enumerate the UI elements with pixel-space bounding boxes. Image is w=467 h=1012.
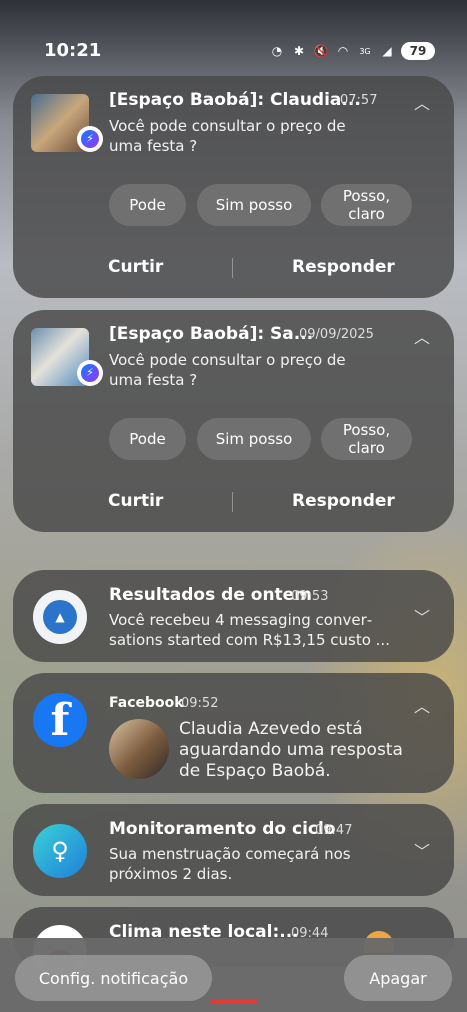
reply-button[interactable]: Responder [292, 257, 395, 277]
mobile-data-icon: 3G [359, 46, 371, 56]
status-bar: 10:21 ◔ ✱ 🔇 ◠ 3G ◢ 79 [0, 38, 467, 66]
notification-body: Você pode consultar o preço de uma festa… [109, 351, 346, 389]
notification-facebook[interactable]: f Facebook 09:52 ︿ Claudia Azevedo está … [13, 673, 454, 793]
notification-body: Claudia Azevedo está aguardando uma resp… [179, 719, 403, 781]
notification-title: Monitoramento do ciclo [109, 819, 336, 839]
messenger-badge-icon: ⚡ [77, 360, 103, 386]
smart-reply-chip[interactable]: Sim posso [197, 184, 311, 226]
battery-icon: 79 [401, 42, 435, 60]
facebook-app-icon: f [33, 693, 87, 747]
notification-time: 09/09/2025 [299, 327, 374, 342]
like-button[interactable]: Curtir [108, 257, 163, 277]
notification-time: 09:47 [315, 823, 353, 838]
bluetooth-icon: ✱ [293, 44, 305, 58]
notification-time: 09:53 [291, 589, 329, 604]
action-divider [232, 258, 233, 278]
notification-time: 09:52 [181, 696, 219, 711]
notification-messenger-1[interactable]: ⚡ [Espaço Baobá]: Claudia... 07:57 ︿ Voc… [13, 76, 454, 298]
status-icons: ◔ ✱ 🔇 ◠ 3G ◢ 79 [269, 42, 435, 60]
notification-ads-results[interactable]: ▲ Resultados de ontem 09:53 ﹀ Você receb… [13, 570, 454, 662]
health-app-icon: ♀ [33, 824, 87, 878]
wifi-icon: ◠ [337, 44, 349, 58]
expand-chevron-icon[interactable]: ﹀ [414, 838, 430, 862]
notification-body: Você recebeu 4 messaging conver­sations … [109, 611, 390, 649]
notification-app-name: Facebook [109, 695, 184, 711]
mute-icon: 🔇 [313, 44, 329, 58]
notification-cycle-tracking[interactable]: ♀ Monitoramento do ciclo 09:47 ﹀ Sua men… [13, 804, 454, 896]
notification-body: Sua menstruação começará nos próximos 2 … [109, 845, 351, 883]
notification-messenger-2[interactable]: ⚡ [Espaço Baobá]: Sa... 09/09/2025 ︿ Voc… [13, 310, 454, 532]
reply-button[interactable]: Responder [292, 491, 395, 511]
data-saver-icon: ◔ [271, 44, 283, 58]
smart-reply-chip[interactable]: Posso, claro [321, 184, 412, 226]
smart-reply-chip[interactable]: Pode [109, 418, 186, 460]
collapse-chevron-icon[interactable]: ︿ [414, 324, 430, 348]
notification-settings-button[interactable]: Config. notificação [15, 955, 212, 1001]
notification-title: [Espaço Baobá]: Sa... [109, 324, 314, 344]
notification-title: [Espaço Baobá]: Claudia... [109, 90, 361, 110]
clock: 10:21 [44, 40, 102, 61]
collapse-chevron-icon[interactable]: ︿ [414, 693, 430, 717]
clear-all-button[interactable]: Apagar [344, 955, 452, 1001]
action-divider [232, 492, 233, 512]
like-button[interactable]: Curtir [108, 491, 163, 511]
notification-title: Resultados de ontem [109, 585, 312, 605]
messenger-badge-icon: ⚡ [77, 126, 103, 152]
collapse-chevron-icon[interactable]: ︿ [414, 90, 430, 114]
home-indicator[interactable] [210, 1000, 258, 1004]
smart-reply-chip[interactable]: Posso, claro [321, 418, 412, 460]
smart-reply-chip[interactable]: Sim posso [197, 418, 311, 460]
contact-avatar [109, 719, 169, 779]
smart-reply-chip[interactable]: Pode [109, 184, 186, 226]
notification-body: Você pode consultar o preço de uma festa… [109, 117, 346, 155]
expand-chevron-icon[interactable]: ﹀ [414, 604, 430, 628]
meta-ads-app-icon: ▲ [33, 590, 87, 644]
signal-icon: ◢ [382, 44, 392, 58]
notification-time: 07:57 [340, 93, 378, 108]
